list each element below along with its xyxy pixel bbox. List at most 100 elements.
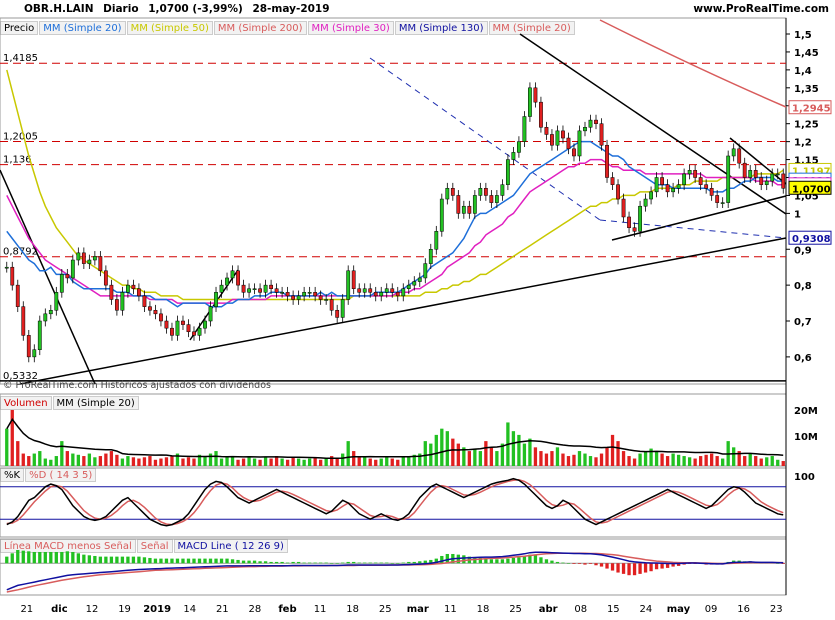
x-tick-label: mar [407, 604, 429, 615]
macd-histogram-bar [93, 555, 97, 564]
volume-bar [776, 459, 780, 466]
macd-histogram-bar [550, 560, 554, 564]
volume-bar [765, 457, 769, 466]
macd-histogram-bar [418, 561, 422, 564]
candle [324, 299, 329, 301]
y-tick-label: 0,9 [794, 245, 812, 256]
candle [665, 184, 670, 193]
macd-histogram-bar [577, 563, 582, 564]
macd-histogram-bar [302, 562, 306, 564]
macd-histogram-bar [379, 562, 383, 564]
candle [103, 270, 108, 286]
macd-histogram-bar [153, 558, 158, 564]
macd-histogram-bar [572, 563, 576, 564]
x-tick-label: 08 [574, 604, 587, 615]
volume-bar [313, 457, 317, 466]
volume-bar [577, 451, 582, 466]
x-tick-label: 19 [118, 604, 131, 615]
volume-bar [82, 456, 86, 466]
candle [225, 277, 229, 286]
support-label: 1,2005 [3, 131, 38, 142]
volume-bar [456, 443, 460, 466]
volume-bar [38, 451, 42, 466]
candle [395, 292, 400, 297]
volume-bar [252, 458, 257, 466]
macd-histogram-bar [21, 550, 25, 564]
macd-histogram-bar [605, 563, 609, 569]
macd-histogram-bar [170, 558, 174, 564]
volume-bar [605, 447, 609, 466]
volume-bar [219, 458, 224, 466]
volume-bar [27, 456, 31, 466]
candle [660, 177, 664, 185]
volume-bar [241, 458, 246, 466]
candle [203, 320, 207, 329]
macd-histogram-bar [230, 559, 235, 564]
macd-histogram-bar [307, 562, 312, 564]
volume-bar [296, 458, 301, 466]
volume-bar [352, 451, 356, 466]
pane-frame [0, 17, 787, 385]
macd-histogram-bar [643, 563, 648, 573]
volume-bar [566, 456, 571, 466]
candle [175, 320, 180, 336]
macd-histogram-bar [247, 560, 251, 564]
macd-histogram-bar [109, 556, 114, 564]
x-tick-label: 25 [509, 604, 522, 615]
y-tick-label: 1,45 [794, 48, 819, 59]
volume-bar [170, 456, 174, 466]
volume-bar [126, 456, 130, 466]
candle [219, 284, 224, 293]
candle [181, 320, 185, 325]
candle [274, 288, 279, 293]
macd-histogram-bar [495, 559, 499, 564]
volume-bar [5, 428, 9, 466]
x-tick-label: 11 [314, 604, 327, 615]
candle [533, 87, 538, 103]
volume-axis-label: 10M [794, 432, 818, 443]
macd-histogram-bar [319, 562, 323, 564]
copyright-note: © ProRealTime.com Históricos ajustados c… [3, 380, 271, 391]
candle [726, 155, 731, 203]
macd-histogram-bar [341, 562, 345, 564]
macd-histogram-bar [16, 550, 20, 564]
macd-histogram-bar [506, 558, 510, 564]
volume-bar [148, 456, 152, 466]
candle [131, 284, 136, 289]
value-tag-label: 0,9308 [792, 234, 831, 245]
volume-bar [616, 441, 620, 466]
candle [627, 216, 631, 228]
candle [170, 327, 174, 336]
volume-bar [704, 454, 708, 466]
macd-histogram-bar [82, 554, 86, 564]
volume-bar [54, 456, 58, 466]
macd-histogram-bar [65, 551, 69, 564]
candle [676, 184, 681, 189]
candle [76, 252, 81, 261]
macd-histogram-bar [517, 557, 521, 564]
volume-bar [550, 451, 554, 466]
x-tick-label: 21 [20, 604, 33, 615]
candle [715, 195, 720, 203]
support-label: 1,4185 [3, 53, 38, 64]
volume-bar [164, 457, 169, 466]
candle [572, 148, 576, 157]
volume-bar [610, 434, 615, 466]
y-tick-label: 1,2 [794, 138, 812, 149]
candle [390, 288, 395, 293]
macd-histogram-bar [219, 558, 224, 564]
volume-bar [104, 453, 108, 466]
candle [550, 134, 554, 146]
candle [643, 198, 648, 207]
macd-histogram-bar [296, 561, 301, 564]
volume-bar [643, 451, 648, 466]
candle [566, 137, 571, 150]
y-tick-label: 1,5 [794, 30, 812, 41]
volume-bar [561, 453, 565, 466]
candle [439, 198, 444, 232]
candle [698, 177, 703, 185]
volume-bar [71, 453, 75, 466]
volume-bar [632, 458, 637, 466]
volume-bar [247, 457, 251, 466]
macd-histogram-bar [594, 563, 598, 566]
